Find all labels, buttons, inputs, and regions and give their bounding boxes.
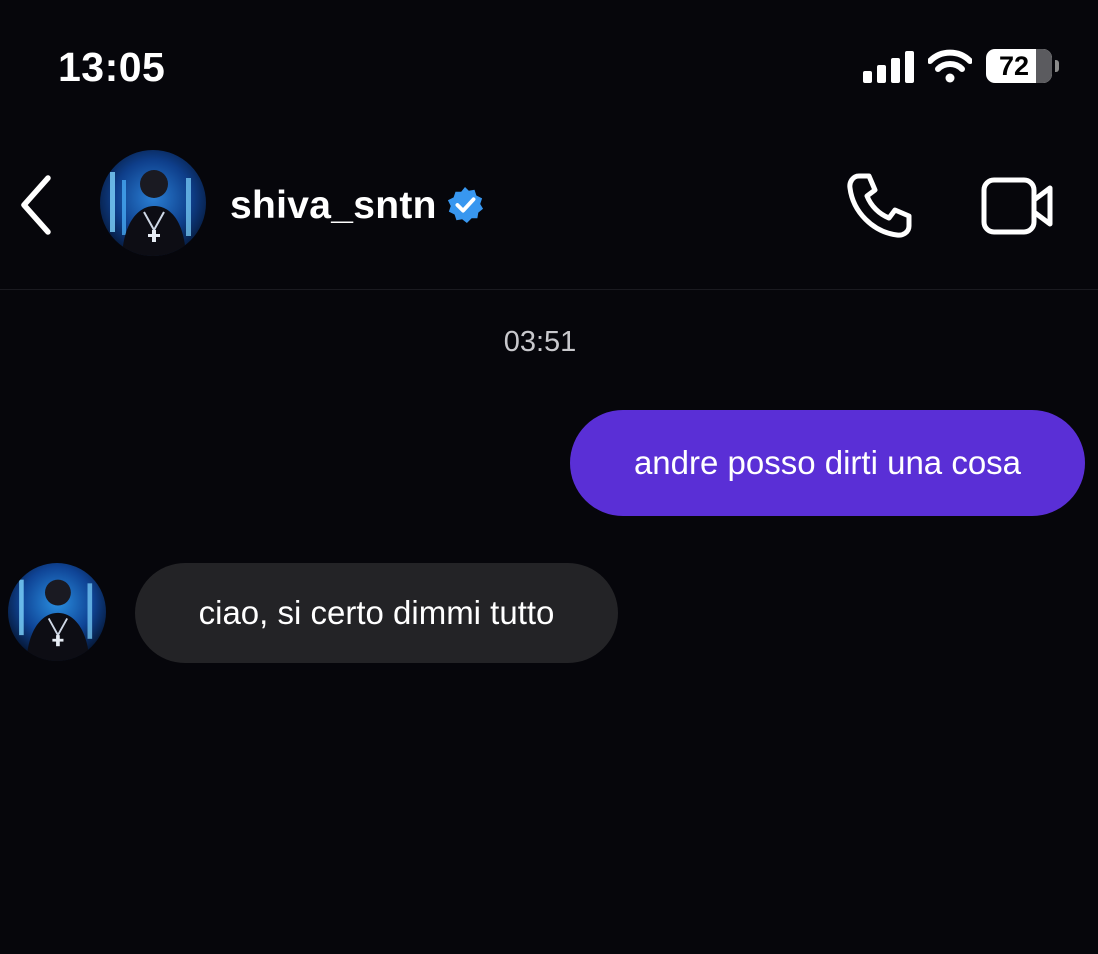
wifi-icon: [928, 49, 972, 83]
status-time: 13:05: [58, 44, 166, 90]
battery-level: 72: [998, 50, 1030, 81]
phone-call-icon[interactable]: [845, 170, 915, 240]
chat-screen: 13:05 72 shiva_sntn 03:51 andre posso di…: [0, 0, 1098, 954]
message-text: ciao, si certo dimmi tutto: [198, 594, 555, 631]
chat-username[interactable]: shiva_sntn: [230, 184, 437, 228]
back-arrow-icon[interactable]: [14, 170, 58, 240]
sender-avatar[interactable]: [8, 563, 106, 661]
chat-header: shiva_sntn: [0, 140, 1098, 290]
message-timestamp: 03:51: [503, 326, 577, 358]
verified-badge-icon: [447, 186, 484, 224]
video-call-icon[interactable]: [980, 174, 1054, 238]
incoming-message-bubble[interactable]: ciao, si certo dimmi tutto: [135, 563, 618, 663]
avatar[interactable]: [100, 150, 206, 256]
signal-icon: [863, 49, 914, 83]
outgoing-message-bubble[interactable]: andre posso dirti una cosa: [570, 410, 1085, 516]
status-icons: 72: [863, 46, 1059, 86]
battery-icon: 72: [986, 49, 1059, 83]
message-text: andre posso dirti una cosa: [633, 444, 1022, 481]
